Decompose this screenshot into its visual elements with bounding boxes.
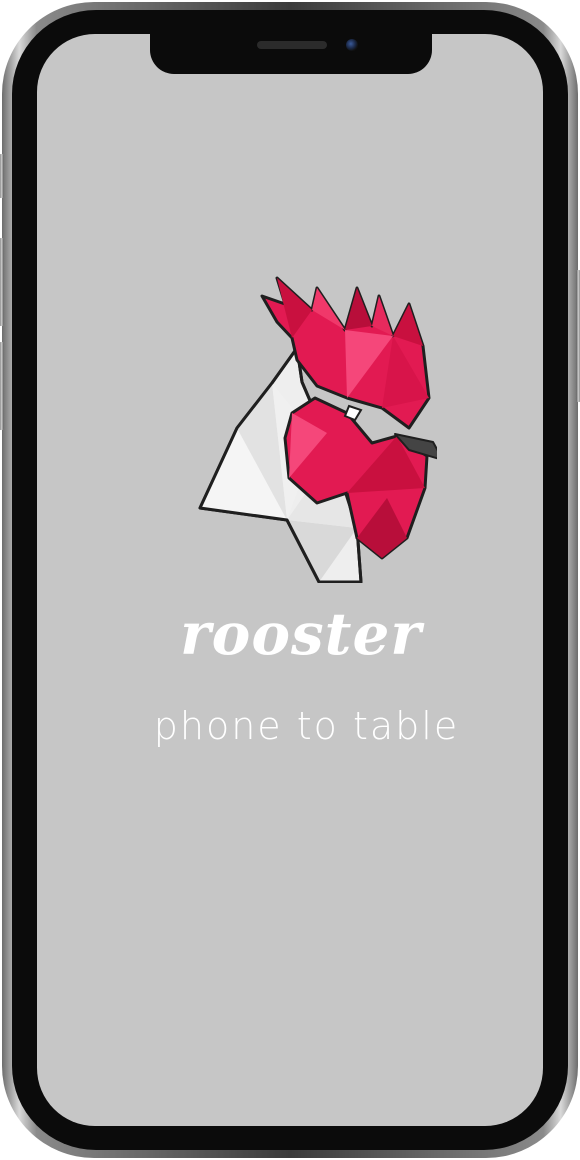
volume-down-button — [0, 342, 4, 430]
earpiece-speaker — [257, 41, 327, 49]
splash-screen: rooster phone to table — [37, 34, 543, 1126]
notch — [150, 34, 432, 74]
volume-up-button — [0, 238, 4, 326]
silent-switch — [0, 154, 4, 198]
eye-shape — [343, 404, 363, 422]
power-button — [576, 270, 580, 402]
front-camera — [346, 39, 358, 51]
app-name: rooster — [180, 600, 422, 668]
tagline: phone to table — [153, 704, 460, 748]
rooster-head-icon — [198, 276, 437, 583]
comb-facet — [345, 288, 372, 330]
